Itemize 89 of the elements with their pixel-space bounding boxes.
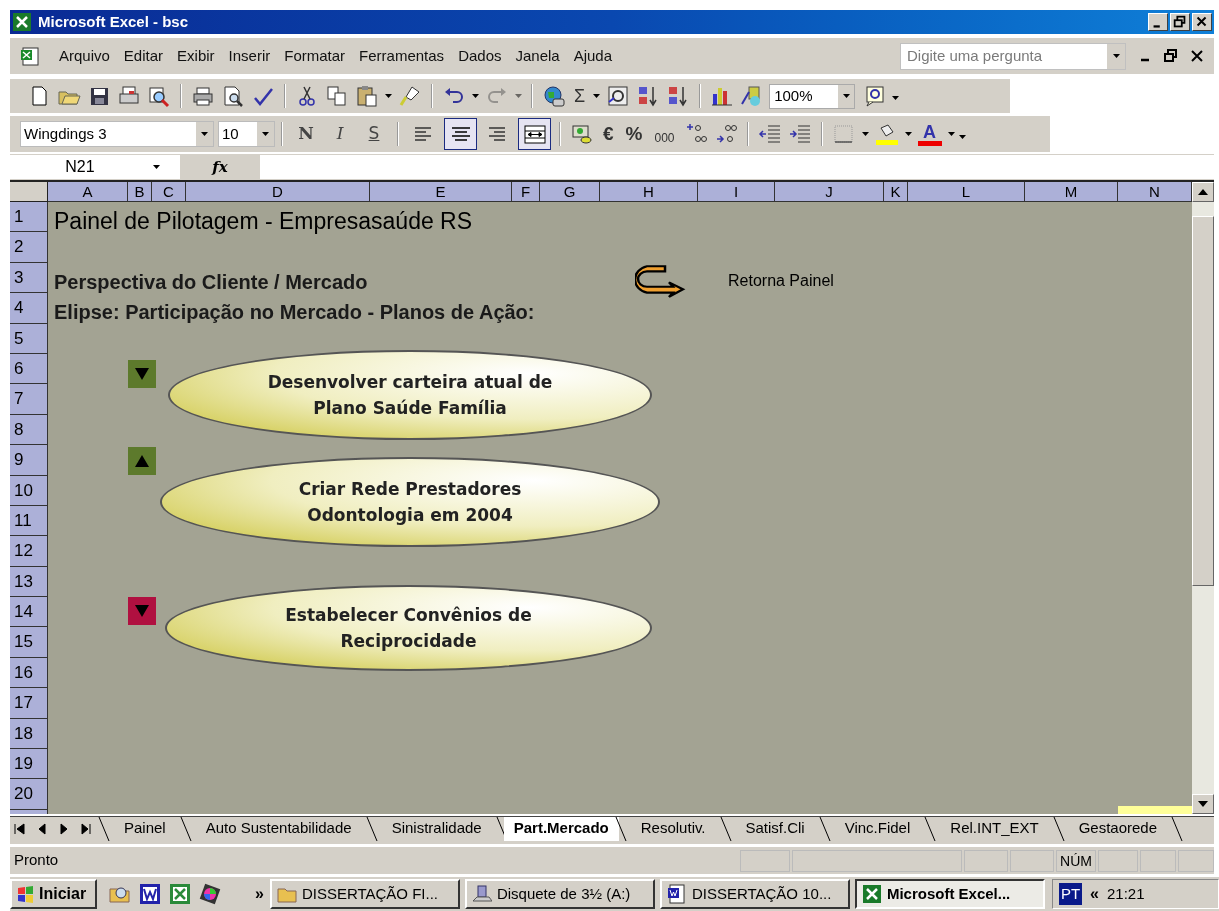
row-header[interactable]: 10: [10, 475, 48, 506]
column-header[interactable]: H: [600, 182, 698, 202]
sheet-tab[interactable]: Sinistralidade: [377, 817, 496, 841]
bold-button[interactable]: N: [289, 121, 323, 147]
start-button[interactable]: Iniciar: [10, 879, 97, 909]
autosum-button[interactable]: Σ: [569, 82, 591, 110]
action-plan-text: Plano Saúde Família: [313, 397, 507, 420]
row-header[interactable]: 19: [10, 749, 48, 780]
column-header[interactable]: N: [1118, 182, 1192, 202]
window-title: Microsoft Excel - bsc: [38, 11, 189, 32]
row-header[interactable]: 5: [10, 323, 48, 354]
action-plan-text: Estabelecer Convênios de: [285, 604, 532, 627]
column-header[interactable]: L: [908, 182, 1025, 202]
euro-button[interactable]: €: [597, 119, 620, 149]
row-header[interactable]: 7: [10, 384, 48, 415]
name-box[interactable]: N21: [10, 155, 180, 179]
thousands-button[interactable]: 000: [648, 121, 681, 147]
section-heading: Elipse: Participação no Mercado - Planos de Ação:: [54, 300, 535, 326]
column-header[interactable]: E: [370, 182, 512, 202]
row-header[interactable]: 18: [10, 718, 48, 750]
menu-item[interactable]: Ferramentas: [352, 44, 452, 68]
font-size-field[interactable]: 10: [218, 121, 275, 147]
return-link[interactable]: Retorna Painel: [728, 268, 834, 293]
action-plan-text: Desenvolver carteira atual de: [267, 371, 553, 394]
menu-item[interactable]: Janela: [508, 44, 567, 68]
menu-item[interactable]: Dados: [451, 44, 509, 68]
sheet-tab[interactable]: Vinc.Fidel: [830, 817, 925, 841]
more-button[interactable]: »: [255, 882, 264, 906]
row-header[interactable]: 15: [10, 627, 48, 658]
action-plan-text: Criar Rede Prestadores: [298, 478, 522, 501]
num-lock-indicator: NÚM: [1056, 849, 1096, 872]
column-header[interactable]: M: [1025, 182, 1118, 202]
help-search-field[interactable]: Digite uma pergunta: [900, 42, 1126, 70]
row-header[interactable]: 4: [10, 293, 48, 324]
action-plan-text: Reciprocidade: [340, 630, 477, 653]
status-text: Pronto: [13, 850, 60, 871]
show-hidden-icons-button[interactable]: «: [1090, 882, 1099, 906]
sheet-title: Painel de Pilotagem - Empresasaúde RS: [54, 207, 473, 236]
menu-item[interactable]: Arquivo: [52, 44, 117, 68]
percent-button[interactable]: %: [619, 119, 649, 149]
help-search-input[interactable]: Digite uma pergunta: [901, 44, 1107, 68]
sheet-tab[interactable]: Auto Sustentabilidade: [191, 817, 366, 841]
menu-item[interactable]: Ajuda: [566, 44, 620, 68]
underline-button[interactable]: S: [357, 121, 391, 147]
column-header[interactable]: F: [512, 182, 540, 202]
language-indicator[interactable]: PT: [1058, 882, 1083, 906]
sheet-tab[interactable]: Gestaorede: [1064, 817, 1172, 841]
row-header[interactable]: 2: [10, 232, 48, 263]
row-header[interactable]: 12: [10, 536, 48, 567]
row-header[interactable]: 20: [10, 779, 48, 810]
row-header[interactable]: 9: [10, 445, 48, 476]
column-header[interactable]: J: [775, 182, 884, 202]
sheet-tab[interactable]: Part.Mercado: [503, 817, 619, 841]
font-color-button[interactable]: A: [914, 122, 945, 146]
row-header[interactable]: 14: [10, 597, 48, 628]
row-header[interactable]: 16: [10, 657, 48, 689]
row-header[interactable]: 3: [10, 262, 48, 294]
sheet-tab[interactable]: Painel: [110, 817, 180, 841]
row-header[interactable]: 6: [10, 353, 48, 385]
sheet-tab[interactable]: Satisf.Cli: [731, 817, 819, 841]
sheet-tab[interactable]: Resolutiv.: [626, 817, 720, 841]
italic-button[interactable]: I: [323, 121, 357, 147]
menu-item[interactable]: Formatar: [277, 44, 353, 68]
column-header[interactable]: D: [186, 182, 370, 202]
taskbar-button[interactable]: Disquete de 3½ (A:): [464, 879, 655, 909]
section-heading: Perspectiva do Cliente / Mercado: [54, 269, 368, 295]
column-header[interactable]: B: [128, 182, 152, 202]
menu-item[interactable]: Exibir: [170, 44, 222, 68]
row-header[interactable]: 1: [10, 202, 48, 233]
row-header[interactable]: 11: [10, 505, 48, 537]
sheet-tab[interactable]: Rel.INT_EXT: [936, 817, 1053, 841]
font-name-field[interactable]: Wingdings 3: [20, 121, 214, 147]
row-header[interactable]: 17: [10, 688, 48, 719]
zoom-field[interactable]: 100%: [769, 83, 856, 109]
clock: 21:21: [1107, 883, 1145, 904]
column-header[interactable]: C: [152, 182, 186, 202]
column-header[interactable]: G: [540, 182, 600, 202]
column-header[interactable]: K: [884, 182, 908, 202]
column-header[interactable]: I: [698, 182, 775, 202]
menu-item[interactable]: Inserir: [221, 44, 278, 68]
row-header[interactable]: 13: [10, 566, 48, 598]
function-button[interactable]: fx: [180, 155, 260, 179]
taskbar-button[interactable]: Microsoft Excel...: [854, 879, 1045, 909]
action-plan-text: Odontologia em 2004: [307, 504, 513, 527]
taskbar-button[interactable]: DISSERTAÇÃO 10...: [659, 879, 850, 909]
menu-item[interactable]: Editar: [116, 44, 171, 68]
taskbar-button[interactable]: DISSERTAÇÃO FI...: [269, 879, 460, 909]
column-header[interactable]: A: [48, 182, 128, 202]
row-header[interactable]: 8: [10, 414, 48, 446]
